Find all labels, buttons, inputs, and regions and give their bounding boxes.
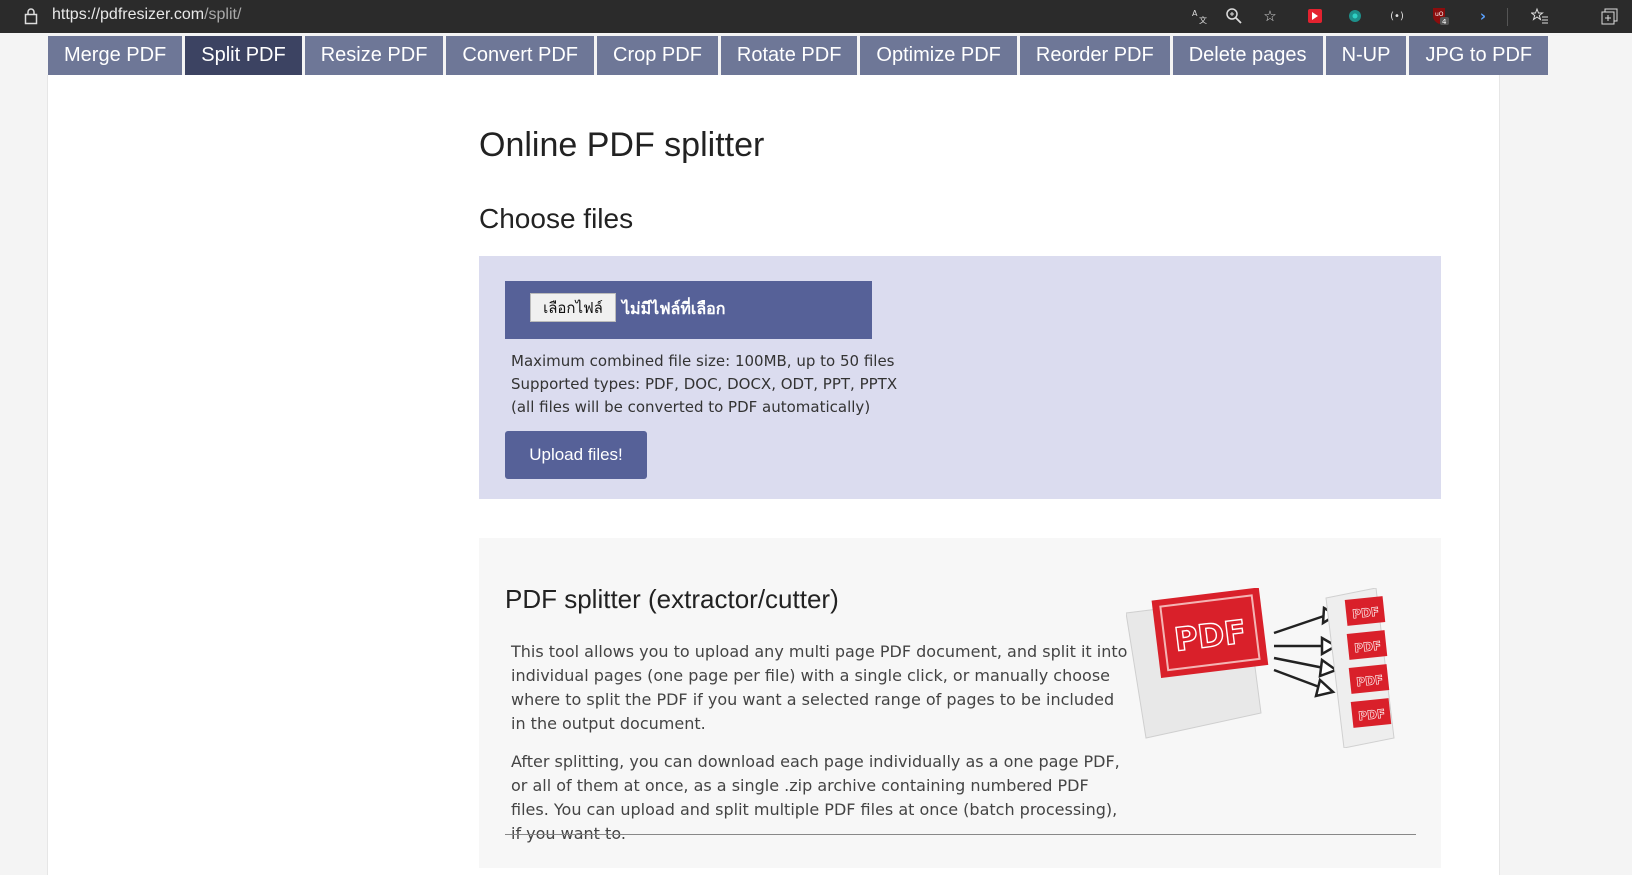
tab-merge-pdf[interactable]: Merge PDF bbox=[48, 36, 183, 75]
upload-files-button[interactable]: Upload files! bbox=[505, 431, 647, 479]
pdf-small-label-2: PDF bbox=[1354, 639, 1382, 656]
pdf-small-label-4: PDF bbox=[1358, 707, 1386, 724]
choose-files-heading: Choose files bbox=[479, 203, 634, 234]
svg-text:文: 文 bbox=[1199, 15, 1207, 25]
browser-toolbar: https://pdfresizer.com/split/ A文 ☆ (•) u… bbox=[0, 0, 1632, 33]
favorites-icon[interactable] bbox=[1530, 6, 1550, 26]
extension-red-icon[interactable] bbox=[1305, 6, 1325, 26]
address-bar[interactable]: https://pdfresizer.com/split/ bbox=[52, 6, 241, 24]
extension-broadcast-icon[interactable]: (•) bbox=[1387, 6, 1407, 26]
page-title: Online PDF splitter bbox=[479, 126, 765, 164]
translate-icon[interactable]: A文 bbox=[1190, 6, 1210, 26]
tab-n-up[interactable]: N-UP bbox=[1325, 36, 1407, 75]
description-paragraph-1: This tool allows you to upload any multi… bbox=[511, 642, 1128, 733]
zoom-icon[interactable] bbox=[1224, 6, 1244, 26]
extension-teal-icon[interactable] bbox=[1345, 6, 1365, 26]
description-paragraph-2: After splitting, you can download each p… bbox=[511, 752, 1120, 843]
tool-nav: Merge PDF Split PDF Resize PDF Convert P… bbox=[48, 36, 1551, 75]
tab-jpg-to-pdf[interactable]: JPG to PDF bbox=[1409, 36, 1549, 75]
tab-rotate-pdf[interactable]: Rotate PDF bbox=[720, 36, 858, 75]
choose-file-button[interactable]: เลือกไฟล์ bbox=[530, 293, 616, 322]
ublock-badge: 4 bbox=[1442, 18, 1447, 26]
description-heading: PDF splitter (extractor/cutter) bbox=[505, 584, 839, 614]
section-divider bbox=[505, 834, 1416, 835]
collections-icon[interactable] bbox=[1600, 6, 1620, 26]
svg-text:A: A bbox=[1192, 9, 1198, 18]
pdf-small-label-1: PDF bbox=[1352, 605, 1380, 622]
svg-text:uO: uO bbox=[1435, 11, 1444, 18]
toolbar-divider bbox=[1507, 8, 1508, 26]
pdf-split-illustration: PDF PDF PDF PDF PDF bbox=[1126, 588, 1395, 748]
info-supported-types: Supported types: PDF, DOC, DOCX, ODT, PP… bbox=[511, 375, 898, 393]
url-path: /split/ bbox=[204, 6, 242, 23]
tab-crop-pdf[interactable]: Crop PDF bbox=[597, 36, 718, 75]
tab-convert-pdf[interactable]: Convert PDF bbox=[446, 36, 595, 75]
lock-icon[interactable] bbox=[24, 7, 38, 25]
tab-delete-pages[interactable]: Delete pages bbox=[1172, 36, 1323, 75]
ublock-icon[interactable]: uO 4 bbox=[1430, 6, 1450, 26]
url-host: https://pdfresizer.com bbox=[52, 6, 205, 23]
tab-optimize-pdf[interactable]: Optimize PDF bbox=[860, 36, 1017, 75]
upload-info: Maximum combined file size: 100MB, up to… bbox=[511, 350, 897, 419]
tab-resize-pdf[interactable]: Resize PDF bbox=[304, 36, 444, 75]
extension-arrow-icon[interactable]: › bbox=[1473, 6, 1493, 26]
tab-reorder-pdf[interactable]: Reorder PDF bbox=[1019, 36, 1170, 75]
info-conversion-note: (all files will be converted to PDF auto… bbox=[511, 398, 871, 416]
pdf-small-label-3: PDF bbox=[1356, 673, 1384, 690]
file-status: ไม่มีไฟล์ที่เลือก bbox=[622, 299, 726, 318]
favorite-star-icon[interactable]: ☆ bbox=[1260, 6, 1280, 26]
tab-split-pdf[interactable]: Split PDF bbox=[185, 36, 302, 75]
info-max-size: Maximum combined file size: 100MB, up to… bbox=[511, 352, 895, 370]
